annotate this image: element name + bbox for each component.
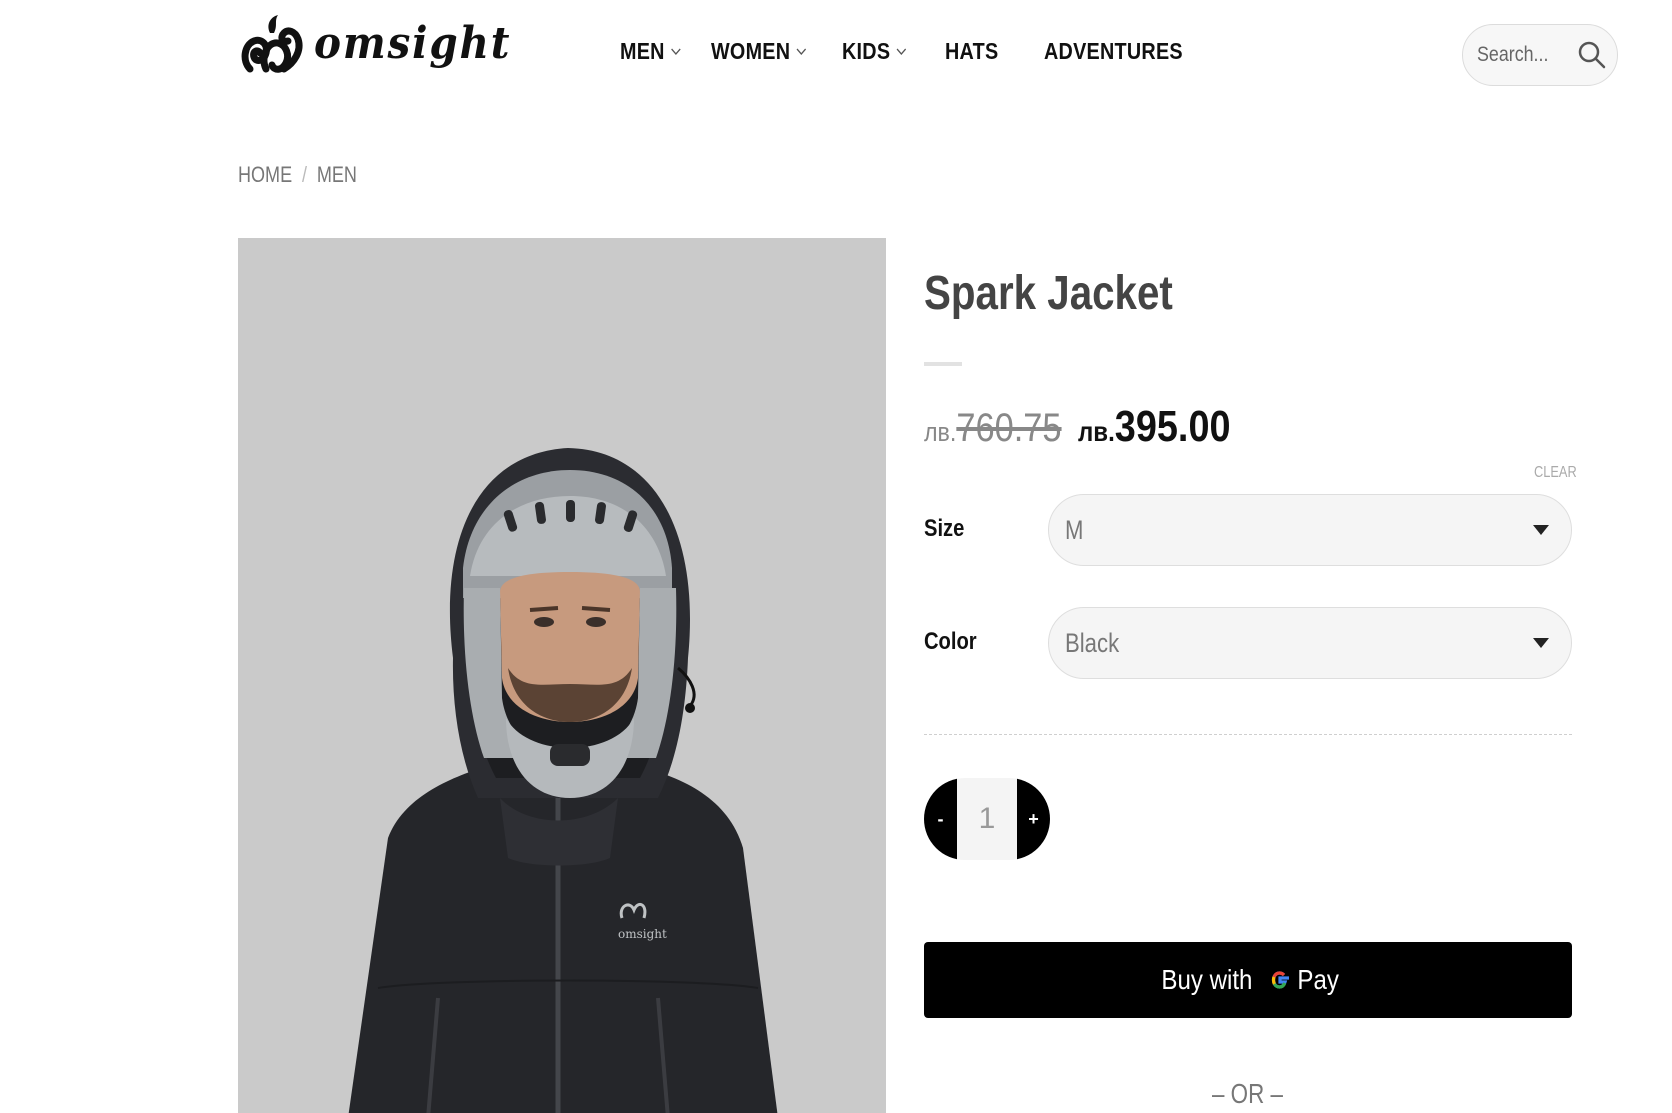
logo-text: omsight: [314, 17, 512, 69]
search-box: [1462, 24, 1618, 86]
nav-item-adventures[interactable]: ADVENTURES: [1044, 38, 1183, 65]
nav-item-label: HATS: [945, 38, 999, 64]
product-title: Spark Jacket: [924, 267, 1173, 320]
gpay-text: Pay: [1297, 964, 1339, 995]
product-image[interactable]: omsight: [238, 238, 886, 1113]
product-photo: omsight: [348, 448, 778, 1113]
size-select[interactable]: M: [1048, 494, 1572, 566]
color-label: Color: [924, 628, 977, 655]
site-logo[interactable]: omsight: [240, 10, 528, 80]
nav-item-men[interactable]: MEN: [620, 38, 681, 65]
size-select-value: M: [1065, 514, 1084, 545]
gpay-logo: Pay: [1268, 964, 1342, 996]
quantity-plus-button[interactable]: +: [1017, 778, 1050, 860]
quantity-stepper: - +: [924, 778, 1050, 860]
chevron-down-icon: [896, 47, 907, 55]
nav-item-label: WOMEN: [711, 38, 791, 64]
options-divider: [924, 734, 1572, 735]
color-select[interactable]: Black: [1048, 607, 1572, 679]
price-row: лв. 760.75 лв. 395.00: [924, 402, 1255, 452]
search-icon[interactable]: [1577, 40, 1607, 70]
logo-mark-icon: [241, 15, 303, 73]
size-label: Size: [924, 515, 965, 542]
sale-price-amount: 395.00: [1114, 402, 1231, 451]
chevron-down-icon: [796, 47, 807, 55]
title-divider: [924, 362, 962, 366]
search-input[interactable]: [1477, 43, 1562, 67]
google-g-icon: [1271, 971, 1289, 989]
sale-price-currency: лв.: [1078, 416, 1115, 447]
or-separator: – OR –: [1212, 1078, 1283, 1109]
product-page: omsight MEN WOMEN KIDS HATS ADVENTURES H…: [0, 0, 1672, 1113]
nav-item-hats[interactable]: HATS: [945, 38, 998, 65]
buy-with-gpay-button[interactable]: Buy with Pay: [924, 942, 1572, 1018]
chevron-down-icon: [671, 47, 681, 55]
old-price-amount: 760.75: [956, 406, 1062, 450]
old-price-currency: лв.: [924, 417, 957, 447]
breadcrumb-home[interactable]: HOME: [238, 162, 292, 188]
dropdown-arrow-icon: [1533, 525, 1549, 535]
dropdown-arrow-icon: [1533, 638, 1549, 648]
nav-item-label: ADVENTURES: [1043, 38, 1183, 64]
quantity-input[interactable]: [957, 778, 1017, 860]
buy-button-text: Buy with: [1161, 964, 1253, 995]
old-price: лв. 760.75: [924, 406, 1062, 451]
breadcrumb: HOME / MEN: [238, 162, 357, 188]
nav-item-label: KIDS: [842, 38, 891, 64]
main-nav: MEN WOMEN KIDS HATS ADVENTURES: [620, 38, 1205, 65]
sale-price: лв. 395.00: [1078, 402, 1231, 452]
nav-item-kids[interactable]: KIDS: [842, 38, 907, 65]
quantity-minus-button[interactable]: -: [924, 778, 957, 860]
nav-item-women[interactable]: WOMEN: [711, 38, 807, 65]
color-select-value: Black: [1065, 627, 1120, 658]
clear-selection-link[interactable]: CLEAR: [1534, 464, 1577, 482]
breadcrumb-separator: /: [301, 162, 307, 187]
nav-item-label: MEN: [620, 38, 665, 64]
breadcrumb-men[interactable]: MEN: [317, 162, 357, 188]
svg-text:omsight: omsight: [618, 927, 667, 941]
